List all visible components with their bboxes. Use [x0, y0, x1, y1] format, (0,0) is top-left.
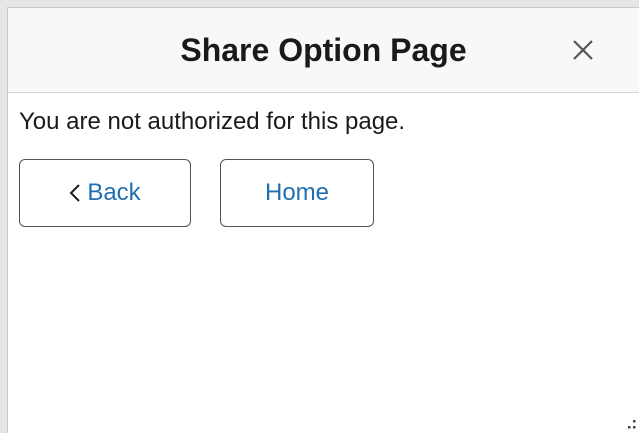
- chevron-left-icon: [69, 184, 81, 202]
- close-icon: [573, 40, 593, 60]
- resize-grip-icon[interactable]: [623, 417, 637, 431]
- share-option-dialog: Share Option Page You are not authorized…: [7, 7, 639, 433]
- home-button[interactable]: Home: [220, 159, 374, 227]
- dialog-header: Share Option Page: [8, 8, 639, 93]
- back-button[interactable]: Back: [19, 159, 191, 227]
- close-button[interactable]: [565, 32, 601, 68]
- home-button-label: Home: [264, 179, 330, 206]
- back-button-label: Back: [87, 179, 141, 206]
- unauthorized-message: You are not authorized for this page.: [19, 108, 406, 135]
- dialog-title: Share Option Page: [180, 32, 467, 68]
